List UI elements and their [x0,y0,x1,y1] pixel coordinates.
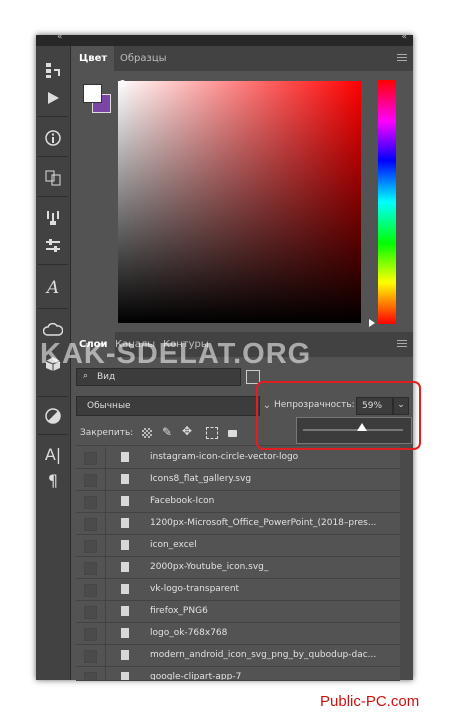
dock-divider [38,116,68,117]
smart-object-icon [121,474,129,484]
search-icon: ⌕ [83,371,89,381]
visibility-toggle[interactable] [84,628,97,641]
foreground-color-swatch[interactable] [83,84,102,103]
visibility-toggle[interactable] [84,606,97,619]
color-panel-tabs: Цвет Образцы [72,46,413,71]
layer-name: instagram-icon-circle-vector-logo [150,452,299,462]
lock-all-icon[interactable] [228,430,237,437]
layer-name: Facebook-Icon [150,496,215,506]
layer-name: icon_excel [150,540,197,550]
layer-row[interactable]: modern_android_icon_svg_png_by_qubodup-d… [76,645,400,667]
dock-divider [38,264,68,265]
layer-name: Icons8_flat_gallery.svg [150,474,252,484]
lock-artboard-icon[interactable] [206,427,218,439]
layer-name: google-clipart-app-7 [150,672,242,681]
watermark: KAK-SDELAT.ORG [40,338,312,370]
blend-mode-select[interactable]: Обычные [76,396,260,416]
layer-row[interactable]: icon_excel [76,535,400,557]
hue-slider-marker[interactable] [369,319,375,327]
layer-name: modern_android_icon_svg_png_by_qubodup-d… [150,650,377,660]
brushes-icon[interactable] [40,206,66,230]
dock-divider [38,396,68,397]
layer-row[interactable]: google-clipart-app-7 [76,667,400,681]
visibility-toggle[interactable] [84,474,97,487]
visibility-toggle[interactable] [84,452,97,465]
layer-row[interactable]: instagram-icon-circle-vector-logo [76,447,400,469]
collapse-right-icon[interactable]: « [401,32,407,42]
color-field[interactable] [118,81,361,323]
source-credit: Public-PC.com [320,693,420,710]
smart-object-icon [121,452,129,462]
layers-scrollbar[interactable] [400,443,413,680]
lock-image-icon[interactable]: ✎ [162,425,172,439]
panel-menu-icon[interactable] [397,54,407,62]
brush-settings-icon[interactable] [40,234,66,258]
visibility-toggle[interactable] [84,518,97,531]
tab-color[interactable]: Цвет [72,46,115,71]
paragraph-icon[interactable]: ¶ [40,468,66,492]
collapse-left-icon[interactable]: « [57,32,63,42]
play-actions-icon[interactable] [40,86,66,110]
smart-object-icon [121,650,129,660]
info-icon[interactable] [40,126,66,150]
panel-menu-icon[interactable] [397,340,407,348]
layer-row[interactable]: vk-logo-transparent [76,579,400,601]
filter-kind-label: Вид [97,372,116,382]
layer-name: 1200px-Microsoft_Office_PowerPoint_(2018… [150,518,377,528]
dock-divider [38,196,68,197]
smart-object-icon [121,584,129,594]
tab-swatches[interactable]: Образцы [113,46,174,71]
character-icon[interactable]: A| [40,442,66,466]
visibility-toggle[interactable] [84,584,97,597]
lock-label: Закрепить: [80,428,134,438]
layer-name: 2000px-Youtube_icon.svg_ [150,562,269,572]
layer-row[interactable]: 2000px-Youtube_icon.svg_ [76,557,400,579]
dock-divider [38,156,68,157]
layer-row[interactable]: Icons8_flat_gallery.svg [76,469,400,491]
history-icon[interactable] [40,58,66,82]
visibility-toggle[interactable] [84,496,97,509]
adjustments-icon[interactable] [40,404,66,428]
layer-name: firefox_PNG6 [150,606,208,616]
visibility-toggle[interactable] [84,650,97,663]
highlight-frame [256,381,421,450]
dock-divider [38,434,68,435]
dock-divider [38,308,68,309]
smart-object-icon [121,518,129,528]
visibility-toggle[interactable] [84,562,97,575]
smart-object-icon [121,672,129,680]
smart-object-icon [121,628,129,638]
layer-name: vk-logo-transparent [150,584,240,594]
smart-object-icon [121,540,129,550]
layer-row[interactable]: logo_ok-768x768 [76,623,400,645]
hue-slider[interactable] [378,80,396,324]
lock-transparent-icon[interactable] [142,428,152,438]
clone-source-icon[interactable] [40,166,66,190]
layer-row[interactable]: firefox_PNG6 [76,601,400,623]
layer-name: logo_ok-768x768 [150,628,228,638]
smart-object-icon [121,496,129,506]
color-picker-cursor[interactable] [119,80,126,87]
layer-row[interactable]: 1200px-Microsoft_Office_PowerPoint_(2018… [76,513,400,535]
smart-object-icon [121,606,129,616]
blend-mode-value: Обычные [87,401,131,411]
visibility-toggle[interactable] [84,540,97,553]
visibility-toggle[interactable] [84,672,97,680]
glyphs-icon[interactable]: A [40,276,66,300]
panel-collapse-bar: « « [36,32,413,46]
layer-row[interactable]: Facebook-Icon [76,491,400,513]
lock-position-icon[interactable]: ✥ [182,424,192,438]
smart-object-icon [121,562,129,572]
